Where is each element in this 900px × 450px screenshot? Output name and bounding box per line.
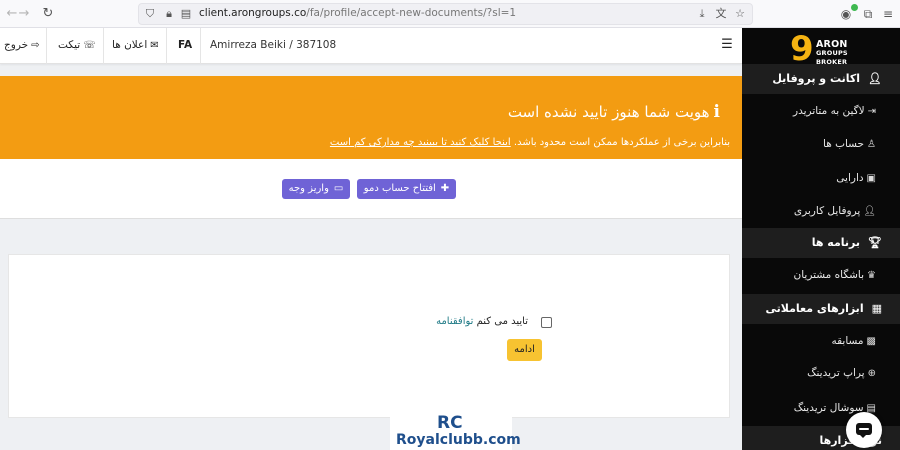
globe-icon: ⊕	[867, 368, 876, 379]
sidebar-item-label: مسابقه	[831, 335, 864, 347]
sidebar-item-social-trading[interactable]: ▤سوشال تریدینگ	[742, 397, 900, 419]
announcements-label: اعلان ها	[112, 39, 148, 51]
agreement-link[interactable]: توافقنامه	[436, 316, 473, 327]
open-demo-label: افتتاح حساب دمو	[363, 183, 436, 194]
header-divider	[200, 28, 201, 64]
agreement-checkbox[interactable]	[541, 317, 552, 328]
logo-sub1: GROUPS	[816, 49, 848, 57]
language-switch[interactable]: FA	[178, 39, 192, 51]
sidebar-item-label: لاگین به متاتریدر	[793, 105, 865, 117]
sidebar-item-competition[interactable]: ▩مسابقه	[742, 330, 900, 352]
deposit-label: واریز وجه	[288, 183, 329, 194]
user-outline-icon: ♙	[867, 139, 876, 150]
sidebar-section-trading-tools[interactable]: ▦ ابزارهای معاملاتی	[742, 294, 900, 324]
notification-dot-icon	[851, 4, 858, 11]
login-icon: ⇥	[867, 106, 876, 117]
header-divider	[103, 28, 104, 64]
reload-icon[interactable]: ↻	[39, 5, 57, 23]
money-icon: ▣	[866, 173, 876, 184]
watermark: RC Royalclubb.com	[390, 413, 521, 450]
competition-icon: ▩	[866, 336, 876, 347]
envelope-icon: ✉	[150, 40, 159, 51]
sidebar-item-label: پراپ تریدینگ	[807, 367, 865, 379]
header-divider	[166, 28, 167, 64]
hamburger-menu-icon[interactable]: ☰	[721, 38, 733, 52]
bookmark-star-icon[interactable]: ☆	[733, 6, 747, 22]
sidebar-section-account[interactable]: 👤︎ اکانت و پروفایل	[742, 64, 900, 94]
url-bar[interactable]: ⛉ 🔒︎ ▤ client.arongroups.co/fa/profile/a…	[138, 3, 753, 25]
sidebar-item-label: باشگاه مشتریان	[793, 269, 865, 281]
browser-toolbar: ← → ↻ ⛉ 🔒︎ ▤ client.arongroups.co/fa/pro…	[0, 0, 900, 28]
watermark-text: Royalclubb.com	[396, 432, 521, 448]
translate-icon[interactable]: 文	[714, 6, 728, 22]
missing-documents-link[interactable]: اینجا کلیک کنید تا ببینید چه مدارکی کم ا…	[330, 137, 511, 148]
shield-icon[interactable]: ⛉	[143, 6, 157, 22]
lock-icon[interactable]: 🔒︎	[162, 6, 176, 22]
page-info-icon[interactable]: ▤	[179, 6, 193, 22]
sidebar-item-mt-login[interactable]: ⇥لاگین به متاتریدر	[742, 100, 900, 122]
section-title: ابزارهای معاملاتی	[765, 302, 864, 315]
url-path: /fa/profile/accept-new-documents/?sl=1	[306, 7, 517, 19]
banner-title-text: هویت شما هنوز تایید نشده است	[507, 103, 710, 121]
user-info[interactable]: Amirreza Beiki / 387108	[210, 39, 336, 51]
agreement-text: تایید می کنم	[476, 316, 528, 327]
credit-card-icon: ▭	[333, 183, 344, 194]
continue-button[interactable]: ادامه	[507, 339, 542, 361]
chat-widget-button[interactable]	[846, 412, 882, 448]
briefcase-icon: ▦	[871, 302, 882, 315]
banner-title: iهویت شما هنوز تایید نشده است	[508, 102, 720, 122]
top-header: ⇨خروج ☏تیکت ✉اعلان ها FA Amirreza Beiki …	[0, 28, 742, 64]
logout-label: خروج	[4, 39, 29, 51]
action-row: ✚ افتتاح حساب دمو ▭ واریز وجه	[0, 159, 742, 219]
headset-icon: ☏	[83, 40, 96, 51]
sidebar-item-label: سوشال تریدینگ	[793, 402, 864, 414]
crown-icon: ♛	[867, 270, 876, 281]
user-icon: 👤︎	[863, 206, 876, 217]
logo-word: ARON	[816, 39, 848, 50]
sidebar-item-label: دارایی	[836, 172, 864, 184]
ticket-link[interactable]: ☏تیکت	[58, 39, 96, 51]
sidebar-item-customer-club[interactable]: ♛باشگاه مشتریان	[742, 264, 900, 286]
sidebar-item-assets[interactable]: ▣دارایی	[742, 167, 900, 189]
banner-message: بنابراین برخی از عملکردها ممکن است محدود…	[330, 137, 730, 148]
url-text[interactable]: client.arongroups.co/fa/profile/accept-n…	[199, 7, 516, 19]
sidebar-item-profile[interactable]: 👤︎پروفایل کاربری	[742, 200, 900, 222]
sidebar-section-programs[interactable]: 🏆︎ برنامه ها	[742, 228, 900, 258]
ticket-label: تیکت	[58, 39, 81, 51]
agreement-card: تایید می کنم توافقنامه ادامه	[8, 254, 730, 418]
sidebar-item-prop-trading[interactable]: ⊕پراپ تریدینگ	[742, 362, 900, 384]
watermark-logo: RC	[437, 413, 463, 433]
open-demo-account-button[interactable]: ✚ افتتاح حساب دمو	[357, 179, 456, 199]
verification-warning-banner: iهویت شما هنوز تایید نشده است بنابراین ب…	[0, 76, 742, 159]
download-page-icon[interactable]: ⤓	[695, 6, 709, 22]
section-title: برنامه ها	[811, 236, 861, 249]
sign-out-icon: ⇨	[31, 40, 40, 51]
sidebar-item-label: پروفایل کاربری	[793, 205, 861, 217]
sidebar-item-accounts[interactable]: ♙حساب ها	[742, 133, 900, 155]
agreement-row: تایید می کنم توافقنامه	[434, 316, 554, 332]
banner-message-text: بنابراین برخی از عملکردها ممکن است محدود…	[513, 137, 730, 148]
section-title: اکانت و پروفایل	[772, 72, 861, 85]
announcements-link[interactable]: ✉اعلان ها	[112, 39, 159, 51]
menu-icon[interactable]: ≡	[879, 5, 897, 23]
user-icon: 👤︎	[868, 72, 882, 85]
logout-link[interactable]: ⇨خروج	[4, 39, 40, 51]
plus-icon: ✚	[440, 183, 450, 194]
deposit-button[interactable]: ▭ واریز وجه	[282, 179, 350, 199]
header-divider	[46, 28, 47, 64]
extensions-icon[interactable]: ⧉	[859, 5, 877, 23]
sidebar-item-label: حساب ها	[823, 138, 865, 150]
sidebar: 9 ARON GROUPS BROKER 👤︎ اکانت و پروفایل ⇥…	[742, 28, 900, 450]
forward-icon[interactable]: →	[15, 5, 33, 23]
info-icon: i	[713, 102, 720, 122]
logo-text: ARON GROUPS BROKER	[816, 40, 848, 67]
chat-icon	[856, 423, 872, 438]
logo-number: 9	[790, 29, 814, 69]
aron-logo[interactable]: 9 ARON GROUPS BROKER	[790, 30, 880, 68]
url-host: client.arongroups.co	[199, 7, 307, 19]
trophy-icon: 🏆︎	[868, 236, 882, 249]
agreement-label: تایید می کنم توافقنامه	[436, 316, 528, 327]
